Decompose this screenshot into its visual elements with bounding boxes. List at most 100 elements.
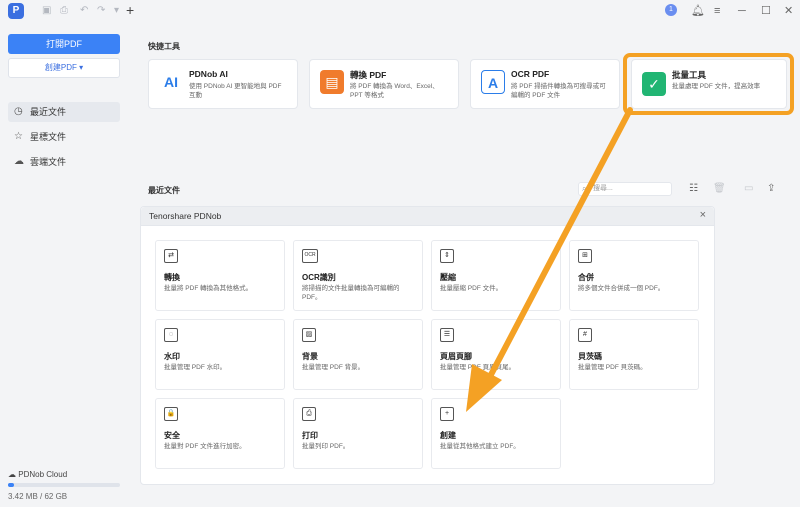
cloud-icon: ☁ xyxy=(8,470,16,479)
ocr-icon: A xyxy=(481,70,505,94)
user-avatar[interactable]: 1 xyxy=(665,4,677,16)
cloud-icon: ☁ xyxy=(14,156,24,167)
batch-card-title: 頁眉頁腳 xyxy=(440,352,472,361)
cloud-usage-bar xyxy=(8,483,120,487)
batch-card-desc: 批量將 PDF 轉換為其他格式。 xyxy=(164,285,253,292)
merge-icon: ⊞ xyxy=(578,249,592,263)
batch-card-background[interactable]: ▨ 背景批量管理 PDF 背景。 xyxy=(293,319,423,390)
search-placeholder: 搜尋... xyxy=(593,185,613,192)
maximize-icon[interactable]: ☐ xyxy=(761,4,771,18)
save-icon[interactable]: ▣ xyxy=(42,5,51,17)
batch-card-print[interactable]: ⎙ 打印 批量列印 PDF。 xyxy=(293,398,423,469)
redo-icon[interactable]: ↷ xyxy=(97,5,105,17)
tool-card-desc: 將 PDF 掃描件轉換為可搜尋或可編輯的 PDF 文件 xyxy=(511,83,606,99)
convert-icon: ⇄ xyxy=(164,249,178,263)
cloud-usage-fill xyxy=(8,483,14,487)
star-icon: ☆ xyxy=(14,131,23,142)
tool-card-desc: 將 PDF 轉換為 Word、Excel、PPT 等格式 xyxy=(350,83,439,99)
print-icon: ⎙ xyxy=(302,407,316,421)
cloud-usage-text: 3.42 MB / 62 GB xyxy=(8,492,68,501)
batch-card-lock[interactable]: 🔒 安全批量對 PDF 文件進行加密。 xyxy=(155,398,285,469)
panel-title: Tenorshare PDNob xyxy=(149,211,222,221)
ai-icon: AI xyxy=(164,74,178,90)
sidebar-item-cloud[interactable]: ☁ 雲端文件 xyxy=(8,152,120,172)
batch-card-watermark[interactable]: ◌ 水印批量管理 PDF 水印。 xyxy=(155,319,285,390)
batch-card-desc: 批量管理 PDF 水印。 xyxy=(164,364,227,371)
batch-card-desc: 批量管理 PDF 背景。 xyxy=(302,364,365,371)
search-icon: ⌕ xyxy=(582,184,587,193)
batch-card-title: 合併 xyxy=(578,273,594,282)
dropdown-chevron-icon[interactable]: ▾ xyxy=(114,5,119,17)
batch-card-title: OCR識別 xyxy=(302,273,336,282)
tool-card-desc: 使用 PDNob AI 更智能地與 PDF 互動 xyxy=(189,83,282,99)
highlight-annotation xyxy=(623,53,794,115)
batch-card-desc: 批量壓縮 PDF 文件。 xyxy=(440,285,503,292)
tool-card-title: 轉換 PDF xyxy=(350,70,387,80)
batch-card-desc: 批量管理 PDF 頁眉頁尾。 xyxy=(440,364,516,371)
sidebar-item-label: 雲端文件 xyxy=(30,157,67,167)
tool-card-title: PDNob AI xyxy=(189,69,228,79)
batch-card-desc: 批量列印 PDF。 xyxy=(302,443,350,450)
batch-card-merge[interactable]: ⊞ 合併將多個文件合併成一個 PDF。 xyxy=(569,240,699,311)
bates-icon: # xyxy=(578,328,592,342)
sidebar-item-starred[interactable]: ☆ 星標文件 xyxy=(8,127,120,147)
tool-card-ocr-pdf[interactable]: A OCR PDF 將 PDF 掃描件轉換為可搜尋或可編輯的 PDF 文件 xyxy=(470,59,620,109)
create-pdf-button[interactable]: 創建PDF ▾ xyxy=(8,58,120,78)
batch-card-title: 壓縮 xyxy=(440,273,456,282)
undo-icon[interactable]: ↶ xyxy=(80,5,88,17)
clock-icon: ◷ xyxy=(14,106,23,117)
print-icon[interactable]: ⎙ xyxy=(60,5,68,17)
batch-card-desc: 批量從其他格式建立 PDF。 xyxy=(440,443,520,450)
lock-icon: 🔒 xyxy=(164,407,178,421)
tool-card-convert-pdf[interactable]: ▤ 轉換 PDF 將 PDF 轉換為 Word、Excel、PPT 等格式 xyxy=(309,59,459,109)
batch-card-desc: 將多個文件合併成一個 PDF。 xyxy=(578,285,665,292)
close-icon[interactable]: ✕ xyxy=(784,4,793,18)
search-input[interactable]: ⌕ 搜尋... xyxy=(578,182,672,196)
batch-card-title: 背景 xyxy=(302,352,318,361)
app-logo: P xyxy=(8,3,24,19)
batch-card-title: 創建 xyxy=(440,431,456,440)
sidebar-item-recent[interactable]: ◷ 最近文件 xyxy=(8,102,120,122)
batch-card-convert[interactable]: ⇄ 轉換批量將 PDF 轉換為其他格式。 xyxy=(155,240,285,311)
batch-card-title: 水印 xyxy=(164,352,180,361)
trash-icon[interactable]: 🗑︎ xyxy=(713,183,726,195)
batch-card-desc: 批量管理 PDF 貝茨碼。 xyxy=(578,364,647,371)
batch-card-header-footer[interactable]: ☰ 頁眉頁腳批量管理 PDF 頁眉頁尾。 xyxy=(431,319,561,390)
create-icon: + xyxy=(440,407,454,421)
sidebar: 打開PDF 創建PDF ▾ ◷ 最近文件 ☆ 星標文件 ☁ 雲端文件 ☁ PDN… xyxy=(0,22,130,507)
batch-card-title: 安全 xyxy=(164,431,180,440)
batch-card-title: 轉換 xyxy=(164,273,180,282)
close-icon[interactable]: × xyxy=(700,209,706,221)
tool-card-pdnob-ai[interactable]: AI PDNob AI 使用 PDNob AI 更智能地與 PDF 互動 xyxy=(148,59,298,109)
batch-card-create[interactable]: + 創建批量從其他格式建立 PDF。 xyxy=(431,398,561,469)
grid-view-icon[interactable]: ☷ xyxy=(689,183,698,195)
convert-icon: ▤ xyxy=(320,70,344,94)
batch-card-bates[interactable]: # 貝茨碼批量管理 PDF 貝茨碼。 xyxy=(569,319,699,390)
open-pdf-button[interactable]: 打開PDF xyxy=(8,34,120,54)
menu-icon[interactable]: ≡ xyxy=(714,4,720,18)
header-footer-icon: ☰ xyxy=(440,328,454,342)
background-icon: ▨ xyxy=(302,328,316,342)
minimize-icon[interactable]: ─ xyxy=(738,4,746,18)
sidebar-item-label: 最近文件 xyxy=(30,107,67,117)
upload-icon[interactable]: ⇪ xyxy=(767,183,775,195)
watermark-icon: ◌ xyxy=(164,328,178,342)
ocr-icon: OCR xyxy=(302,249,318,263)
batch-tools-panel: Tenorshare PDNob × ⇄ 轉換批量將 PDF 轉換為其他格式。 OC… xyxy=(140,206,715,485)
panel-header: Tenorshare PDNob × xyxy=(141,207,714,226)
recent-files-heading: 最近文件 xyxy=(148,186,180,195)
new-tab-button[interactable]: + xyxy=(126,2,134,18)
batch-card-desc: 批量對 PDF 文件進行加密。 xyxy=(164,443,246,450)
tool-card-title: OCR PDF xyxy=(511,69,550,79)
title-bar: P ▣ ⎙ ↶ ↷ ▾ + 1 🔔︎ ≡ ─ ☐ ✕ xyxy=(0,0,800,22)
folder-icon[interactable]: ▭ xyxy=(744,183,753,195)
batch-card-desc: 將掃描的文件批量轉換為可編輯的 PDF。 xyxy=(302,285,400,301)
batch-card-compress[interactable]: ⇕ 壓縮批量壓縮 PDF 文件。 xyxy=(431,240,561,311)
batch-card-title: 貝茨碼 xyxy=(578,352,602,361)
quick-tools-heading: 快捷工具 xyxy=(148,42,180,51)
bell-icon[interactable]: 🔔︎ xyxy=(691,4,705,18)
cloud-storage-label: ☁ PDNob Cloud xyxy=(8,470,68,479)
sidebar-item-label: 星標文件 xyxy=(30,132,67,142)
batch-card-ocr[interactable]: OCR OCR識別將掃描的文件批量轉換為可編輯的 PDF。 xyxy=(293,240,423,311)
compress-icon: ⇕ xyxy=(440,249,454,263)
